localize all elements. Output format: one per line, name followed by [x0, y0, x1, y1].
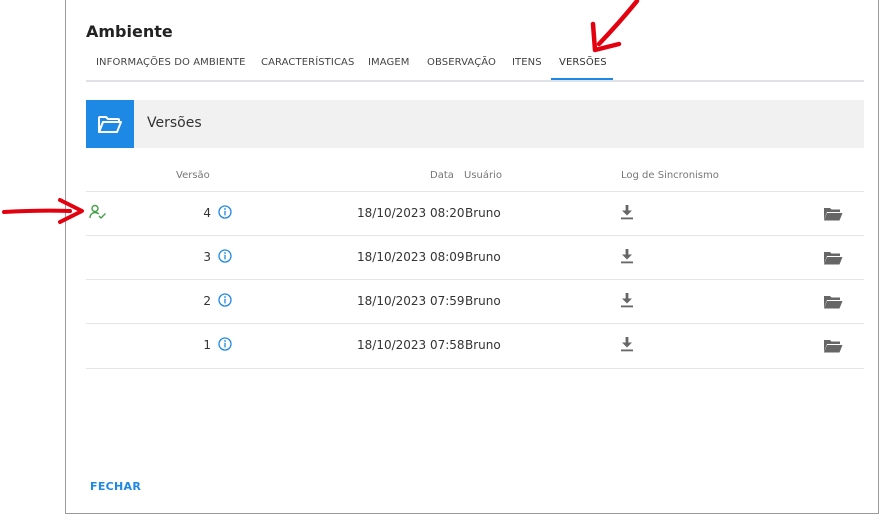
tab-itens[interactable]: ITENS [512, 57, 542, 68]
table-row: 2 18/10/2023 07:59 Bruno [86, 279, 864, 324]
info-icon[interactable] [218, 337, 232, 351]
folder-open-icon [86, 100, 134, 148]
versions-panel-header: Versões [86, 100, 864, 148]
column-header-log-sincronismo: Log de Sincronismo [621, 170, 719, 181]
info-icon[interactable] [218, 249, 232, 263]
ambiente-dialog: Ambiente INFORMAÇÕES DO AMBIENTE CARACTE… [65, 0, 879, 514]
download-icon[interactable] [620, 248, 634, 264]
version-date: 18/10/2023 08:09 [357, 250, 465, 264]
tab-bar: INFORMAÇÕES DO AMBIENTE CARACTERÍSTICAS … [86, 48, 864, 82]
version-user: Bruno [465, 294, 501, 308]
version-date: 18/10/2023 07:58 [357, 338, 465, 352]
user-check-icon [89, 204, 106, 219]
folder-open-icon[interactable] [823, 339, 843, 353]
tab-caracteristicas[interactable]: CARACTERÍSTICAS [261, 57, 354, 68]
version-user: Bruno [465, 338, 501, 352]
folder-open-icon[interactable] [823, 295, 843, 309]
info-icon[interactable] [218, 293, 232, 307]
folder-open-icon[interactable] [823, 251, 843, 265]
tab-imagem[interactable]: IMAGEM [368, 57, 410, 68]
close-button[interactable]: FECHAR [90, 480, 141, 493]
active-tab-indicator [551, 78, 613, 80]
download-icon[interactable] [620, 292, 634, 308]
tab-versoes[interactable]: VERSÕES [559, 57, 607, 68]
version-date: 18/10/2023 08:20 [357, 206, 465, 220]
table-row: 3 18/10/2023 08:09 Bruno [86, 235, 864, 280]
tab-informacoes-do-ambiente[interactable]: INFORMAÇÕES DO AMBIENTE [96, 57, 246, 68]
version-number: 1 [203, 338, 211, 352]
table-row: 1 18/10/2023 07:58 Bruno [86, 323, 864, 369]
download-icon[interactable] [620, 336, 634, 352]
dialog-title: Ambiente [86, 22, 173, 41]
version-number: 2 [203, 294, 211, 308]
column-header-versao: Versão [176, 170, 210, 181]
panel-title: Versões [147, 115, 202, 131]
version-user: Bruno [465, 250, 501, 264]
column-header-data: Data [430, 170, 454, 181]
column-header-usuario: Usuário [464, 170, 503, 181]
version-date: 18/10/2023 07:59 [357, 294, 465, 308]
folder-open-icon[interactable] [823, 207, 843, 221]
info-icon[interactable] [218, 205, 232, 219]
version-number: 3 [203, 250, 211, 264]
download-icon[interactable] [620, 204, 634, 220]
tab-observacao[interactable]: OBSERVAÇÃO [427, 57, 496, 68]
version-number: 4 [203, 206, 211, 220]
version-user: Bruno [465, 206, 501, 220]
table-row: 4 18/10/2023 08:20 Bruno [86, 191, 864, 236]
